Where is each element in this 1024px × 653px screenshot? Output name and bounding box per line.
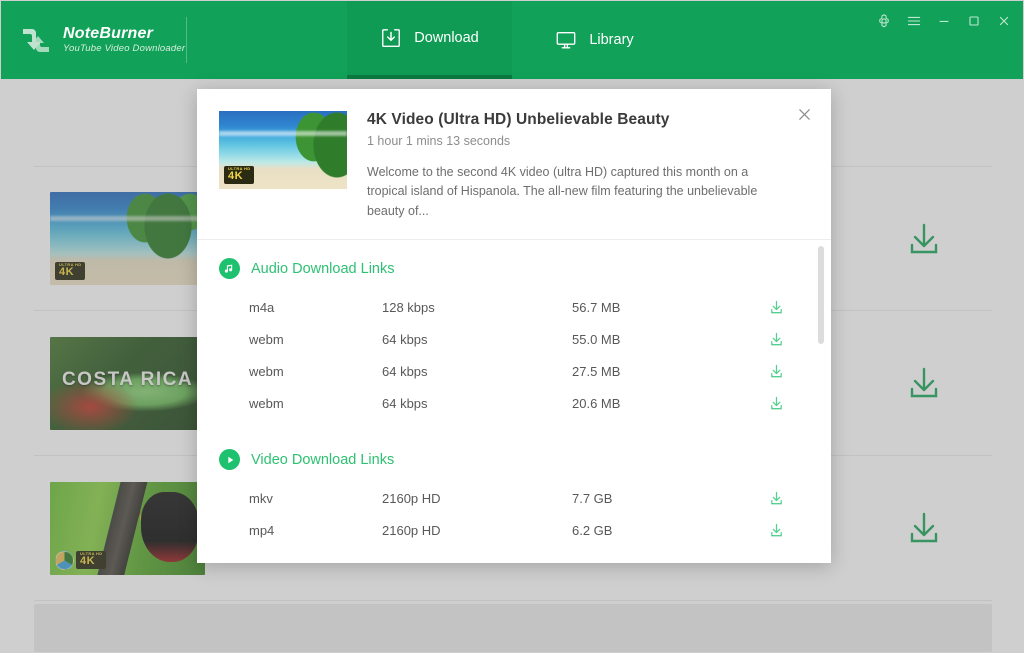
size-cell: 7.7 GB <box>572 490 613 506</box>
size-cell: 20.6 MB <box>572 395 621 411</box>
brand-subtitle: YouTube Video Downloader <box>63 43 186 55</box>
hamburger-icon <box>907 16 921 26</box>
tab-library[interactable]: Library <box>512 1 677 79</box>
format-cell: mp4 <box>249 522 275 538</box>
audio-section-header: Audio Download Links <box>197 258 831 280</box>
maximize-icon <box>969 16 979 26</box>
dialog-thumbnail: ULTRA HD 4K <box>219 111 347 189</box>
settings-button[interactable] <box>871 9 897 33</box>
download-logo-icon <box>23 29 49 52</box>
tab-library-label: Library <box>589 32 634 48</box>
video-links-table: mkv 2160p HD 7.7 GB mp4 2160p HD 6.2 GB <box>197 482 831 546</box>
close-icon <box>999 16 1009 26</box>
size-cell: 56.7 MB <box>572 299 621 315</box>
scrollbar-thumb[interactable] <box>818 246 824 345</box>
dialog-duration: 1 hour 1 mins 13 seconds <box>367 134 511 148</box>
download-links-dialog: ULTRA HD 4K 4K Video (Ultra HD) Unbeliev… <box>197 89 831 563</box>
download-icon <box>771 300 782 313</box>
download-tray-icon <box>382 29 401 47</box>
size-cell: 55.0 MB <box>572 331 621 347</box>
main-tabs: Download Library <box>347 1 677 79</box>
dialog-close-button[interactable] <box>793 103 815 125</box>
play-circle-icon <box>219 449 240 471</box>
brand-divider <box>186 17 187 63</box>
brand: NoteBurner YouTube Video Downloader <box>1 1 186 79</box>
format-cell: webm <box>249 363 284 379</box>
audio-section-title: Audio Download Links <box>251 260 395 277</box>
monitor-icon <box>556 31 576 49</box>
close-button[interactable] <box>991 9 1017 33</box>
download-icon <box>771 332 782 345</box>
video-section-header: Video Download Links <box>197 449 831 471</box>
dialog-title: 4K Video (Ultra HD) Unbelievable Beauty <box>367 111 670 128</box>
download-icon <box>771 396 782 409</box>
format-cell: m4a <box>249 299 275 315</box>
format-cell: webm <box>249 331 284 347</box>
quality-badge: ULTRA HD 4K <box>224 166 255 184</box>
quality-cell: 128 kbps <box>382 299 435 315</box>
size-cell: 6.2 GB <box>572 522 613 538</box>
dialog-header: ULTRA HD 4K 4K Video (Ultra HD) Unbeliev… <box>197 89 831 241</box>
quality-cell: 64 kbps <box>382 395 428 411</box>
maximize-button[interactable] <box>961 9 987 33</box>
audio-links-table: m4a 128 kbps 56.7 MB webm 64 kbps 55.0 M… <box>197 291 831 419</box>
video-section-title: Video Download Links <box>251 451 395 468</box>
dialog-scrollbar[interactable] <box>818 246 824 563</box>
gear-icon <box>879 14 889 28</box>
window-controls <box>871 9 1017 33</box>
table-row[interactable]: webm 64 kbps 20.6 MB <box>197 387 831 419</box>
tab-download[interactable]: Download <box>347 1 512 79</box>
table-row[interactable]: webm 64 kbps 55.0 MB <box>197 323 831 355</box>
minimize-button[interactable] <box>931 9 957 33</box>
quality-cell: 64 kbps <box>382 363 428 379</box>
format-cell: mkv <box>249 490 273 506</box>
brand-name: NoteBurner <box>63 24 154 42</box>
dialog-header-text: 4K Video (Ultra HD) Unbelievable Beauty … <box>347 111 807 221</box>
play-glyph <box>227 456 233 463</box>
quality-cell: 2160p HD <box>382 490 441 506</box>
table-row[interactable]: webm 64 kbps 27.5 MB <box>197 355 831 387</box>
size-cell: 27.5 MB <box>572 363 621 379</box>
table-row[interactable]: mp4 2160p HD 6.2 GB <box>197 514 831 546</box>
dialog-body: Audio Download Links m4a 128 kbps 56.7 M… <box>197 240 831 563</box>
download-icon <box>771 491 782 504</box>
table-row[interactable]: m4a 128 kbps 56.7 MB <box>197 291 831 323</box>
music-note-glyph <box>224 264 232 273</box>
brand-text: NoteBurner YouTube Video Downloader <box>63 24 186 55</box>
application-window: NoteBurner YouTube Video Downloader Down… <box>0 0 1024 653</box>
download-icon <box>771 364 782 377</box>
format-cell: webm <box>249 395 284 411</box>
close-icon <box>798 108 810 120</box>
download-icon <box>771 523 782 536</box>
table-row[interactable]: mkv 2160p HD 7.7 GB <box>197 482 831 514</box>
minimize-icon <box>939 20 949 22</box>
title-bar: NoteBurner YouTube Video Downloader Down… <box>1 1 1023 79</box>
music-note-icon <box>219 258 240 280</box>
tab-download-label: Download <box>414 30 479 46</box>
dialog-description: Welcome to the second 4K video (ultra HD… <box>367 165 758 218</box>
quality-cell: 64 kbps <box>382 331 428 347</box>
menu-button[interactable] <box>901 9 927 33</box>
quality-cell: 2160p HD <box>382 522 441 538</box>
